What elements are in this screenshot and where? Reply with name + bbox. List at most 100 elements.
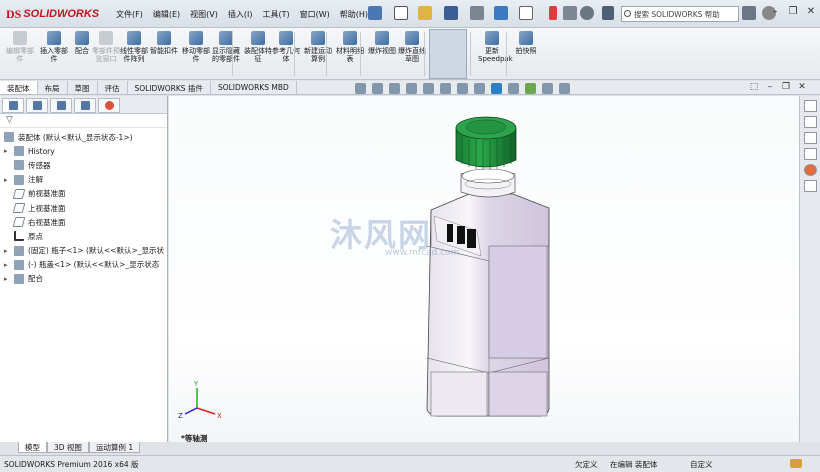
property-manager-tab[interactable]: [26, 98, 48, 113]
tab-layout[interactable]: 布局: [38, 81, 68, 94]
ribbon-button-10[interactable]: 新建运动算例: [304, 31, 332, 63]
minimize-button[interactable]: –: [766, 4, 784, 20]
rebuild-icon[interactable]: [549, 6, 557, 20]
view-palette-icon[interactable]: [803, 148, 817, 160]
ribbon-icon-11: [343, 31, 357, 45]
options-gear-icon[interactable]: [580, 6, 594, 20]
appearances-icon[interactable]: [803, 164, 817, 176]
search-input[interactable]: 搜索 SOLIDWORKS 帮助: [621, 6, 739, 22]
view-orientation-icon[interactable]: [440, 83, 451, 94]
edit-appearance-icon[interactable]: [491, 83, 502, 94]
filter-icon[interactable]: ▽: [0, 114, 167, 128]
tree-root[interactable]: 装配体 (默认<默认_显示状态-1>): [4, 130, 167, 144]
tree-item[interactable]: 前视基准面: [4, 187, 167, 201]
ribbon-button-6[interactable]: 移动零部件: [182, 31, 210, 63]
tree-root-label: 装配体 (默认<默认_显示状态-1>): [18, 132, 133, 142]
ribbon-button-7[interactable]: 显示隐藏的零部件: [212, 31, 240, 63]
tree-item[interactable]: ▸ (固定) 瓶子<1> (默认<<默认>_显示状: [4, 244, 167, 258]
section-view-icon[interactable]: [406, 83, 417, 94]
save-icon[interactable]: [444, 6, 458, 20]
menu-tools[interactable]: 工具(T): [262, 9, 289, 20]
file-explorer-icon[interactable]: [803, 132, 817, 144]
solidworks-resources-icon[interactable]: [803, 100, 817, 112]
select-cursor-icon[interactable]: [519, 6, 533, 20]
view-settings-icon[interactable]: [525, 83, 536, 94]
previous-view-icon[interactable]: [389, 83, 400, 94]
tree-item[interactable]: 传感器: [4, 158, 167, 172]
ribbon-button-16[interactable]: 拍快照: [512, 31, 540, 55]
ribbon-button-3[interactable]: 零部件预览窗口: [92, 31, 120, 63]
tree-expander[interactable]: ▸: [4, 261, 14, 269]
menu-file[interactable]: 文件(F): [116, 9, 143, 20]
doc-minimize-button[interactable]: –: [762, 82, 778, 92]
tree-item[interactable]: 右视基准面: [4, 215, 167, 229]
tree-item[interactable]: 上视基准面: [4, 201, 167, 215]
ribbon-button-8[interactable]: 装配体特征: [244, 31, 272, 63]
tree-item[interactable]: ▸ 配合: [4, 272, 167, 286]
status-undefined: 欠定义: [575, 460, 598, 469]
apply-scene-icon[interactable]: [508, 83, 519, 94]
solidworks-logo[interactable]: DS SOLIDWORKS: [6, 6, 99, 22]
configuration-manager-tab[interactable]: [50, 98, 72, 113]
document-switch-icon[interactable]: [602, 6, 614, 20]
display-pane-icon[interactable]: [542, 83, 553, 94]
search-submit-icon[interactable]: [742, 6, 756, 20]
tab-model[interactable]: 模型: [18, 442, 47, 453]
pin-icon[interactable]: [368, 6, 382, 20]
float-button[interactable]: ⬚: [746, 82, 762, 92]
tree-expander[interactable]: ▸: [4, 247, 14, 255]
zoom-to-fit-icon[interactable]: [355, 83, 366, 94]
units-icon[interactable]: [790, 459, 802, 468]
close-button[interactable]: ✕: [802, 4, 820, 20]
display-style-icon[interactable]: [457, 83, 468, 94]
undo-icon[interactable]: [494, 6, 508, 20]
monitor-icon[interactable]: [559, 83, 570, 94]
new-document-icon[interactable]: [394, 6, 408, 20]
zoom-area-icon[interactable]: [372, 83, 383, 94]
graphics-area[interactable]: X Y Z: [169, 96, 799, 442]
tree-item[interactable]: ▸ (-) 瓶盖<1> (默认<<默认>_显示状态: [4, 258, 167, 272]
tree-item[interactable]: ▸ History: [4, 144, 167, 158]
menu-insert[interactable]: 插入(I): [228, 9, 253, 20]
file-properties-icon[interactable]: [563, 6, 577, 20]
ribbon-button-13[interactable]: 爆炸直线草图: [398, 31, 426, 63]
doc-close-button[interactable]: ✕: [794, 82, 810, 92]
design-library-icon[interactable]: [803, 116, 817, 128]
tab-assembly[interactable]: 装配体: [0, 81, 38, 94]
open-folder-icon[interactable]: [418, 6, 432, 20]
ribbon-button-5[interactable]: 智能扣件: [150, 31, 178, 55]
ribbon-button-9[interactable]: 参考几何体: [272, 31, 300, 63]
tree-item[interactable]: 原点: [4, 229, 167, 243]
tree-expander[interactable]: ▸: [4, 147, 14, 155]
tab-3d-view[interactable]: 3D 视图: [47, 442, 89, 453]
hide-show-items-icon[interactable]: [474, 83, 485, 94]
display-manager-tab[interactable]: [98, 98, 120, 113]
tab-addins[interactable]: SOLIDWORKS 插件: [128, 81, 211, 94]
status-custom[interactable]: 自定义: [690, 459, 713, 470]
ribbon-button-0[interactable]: 编辑零部件: [6, 31, 34, 63]
ribbon-button-4[interactable]: 线性零部件阵列: [120, 31, 148, 63]
ribbon-button-12[interactable]: 爆炸视图: [368, 31, 396, 55]
menu-edit[interactable]: 编辑(E): [153, 9, 180, 20]
tab-sketch[interactable]: 草图: [68, 81, 98, 94]
tree-expander[interactable]: ▸: [4, 176, 14, 184]
menu-help[interactable]: 帮助(H): [340, 9, 368, 20]
ribbon-button-1[interactable]: 插入零部件: [40, 31, 68, 63]
tree-item[interactable]: ▸ 注解: [4, 173, 167, 187]
tree-item-label: History: [28, 146, 55, 156]
feature-manager-tab[interactable]: [2, 98, 24, 113]
tab-motion-study[interactable]: 运动算例 1: [88, 442, 141, 453]
restore-button[interactable]: ❐: [784, 4, 802, 20]
tab-mbd[interactable]: SOLIDWORKS MBD: [211, 81, 297, 94]
tree-expander[interactable]: ▸: [4, 275, 14, 283]
dynamic-annotation-icon[interactable]: [423, 83, 434, 94]
dimxpert-tab[interactable]: [74, 98, 96, 113]
print-icon[interactable]: [470, 6, 484, 20]
tab-evaluate[interactable]: 评估: [98, 81, 128, 94]
custom-properties-icon[interactable]: [803, 180, 817, 192]
ribbon-button-15[interactable]: 更新Speedpak: [478, 31, 513, 63]
ribbon-label-16: 拍快照: [515, 47, 537, 55]
menu-view[interactable]: 视图(V): [190, 9, 218, 20]
doc-restore-button[interactable]: ❐: [778, 82, 794, 92]
menu-window[interactable]: 窗口(W): [300, 9, 330, 20]
